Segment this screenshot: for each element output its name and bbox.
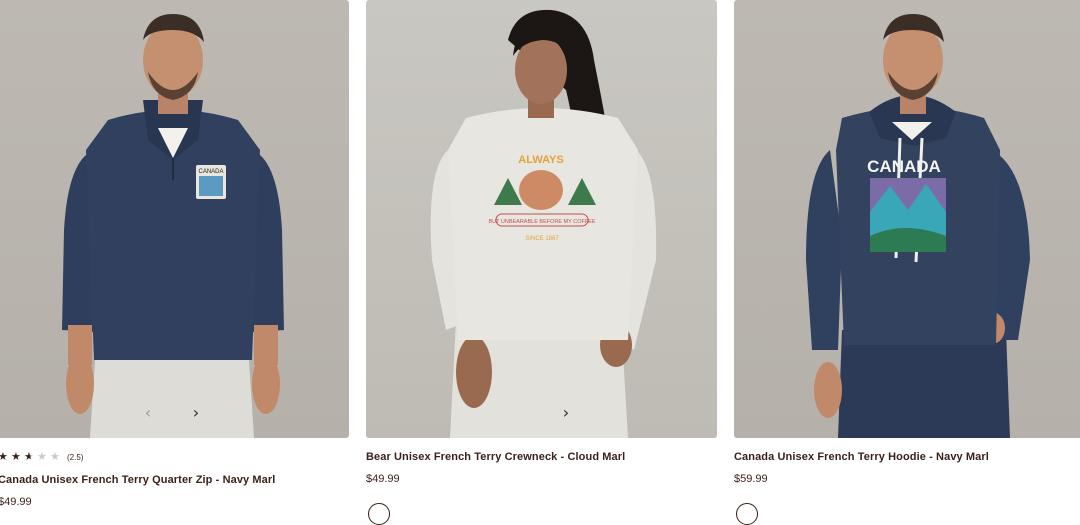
product-photo-woman-grey-crewneck: ALWAYS BUT UNBEARABLE BEFORE MY COFFEE S… xyxy=(430,9,657,438)
svg-text:CANADA: CANADA xyxy=(198,169,223,175)
carousel-next-arrow-icon[interactable]: › xyxy=(556,402,576,422)
star-rating: ★ ★ ★ ★ ★ (2.5) xyxy=(0,451,83,463)
product-price: $59.99 xyxy=(734,473,768,485)
product-image-crewneck[interactable]: ALWAYS BUT UNBEARABLE BEFORE MY COFFEE S… xyxy=(366,0,717,438)
star-empty-icon: ★ xyxy=(50,450,60,463)
product-price: $49.99 xyxy=(0,496,32,508)
product-image-quarter-zip[interactable]: CANADA xyxy=(0,0,349,438)
product-photo-man-navy-quarter-zip: CANADA xyxy=(62,14,284,438)
carousel-prev-arrow-icon[interactable]: ‹ xyxy=(138,402,158,422)
svg-text:SINCE 1867: SINCE 1867 xyxy=(525,236,559,242)
product-price: $49.99 xyxy=(366,473,400,485)
product-name[interactable]: Canada Unisex French Terry Hoodie - Navy… xyxy=(734,451,989,463)
rating-count: (2.5) xyxy=(67,452,84,462)
carousel-next-arrow-icon[interactable]: › xyxy=(186,402,206,422)
color-swatch[interactable] xyxy=(736,503,758,525)
svg-text:CANADA: CANADA xyxy=(867,157,941,176)
product-name[interactable]: Bear Unisex French Terry Crewneck - Clou… xyxy=(366,451,625,463)
star-half-icon: ★ xyxy=(24,451,37,463)
product-photo-man-navy-hoodie: CANADA xyxy=(806,14,1030,438)
star-filled-icon: ★ xyxy=(0,450,8,463)
product-name[interactable]: Canada Unisex French Terry Quarter Zip -… xyxy=(0,474,275,486)
svg-text:BUT UNBEARABLE BEFORE MY COFFE: BUT UNBEARABLE BEFORE MY COFFEE xyxy=(488,219,595,225)
product-image-hoodie[interactable]: CANADA xyxy=(734,0,1080,438)
color-swatch[interactable] xyxy=(368,503,390,525)
svg-text:ALWAYS: ALWAYS xyxy=(518,154,563,166)
star-filled-icon: ★ xyxy=(11,450,21,463)
star-empty-icon: ★ xyxy=(37,450,47,463)
